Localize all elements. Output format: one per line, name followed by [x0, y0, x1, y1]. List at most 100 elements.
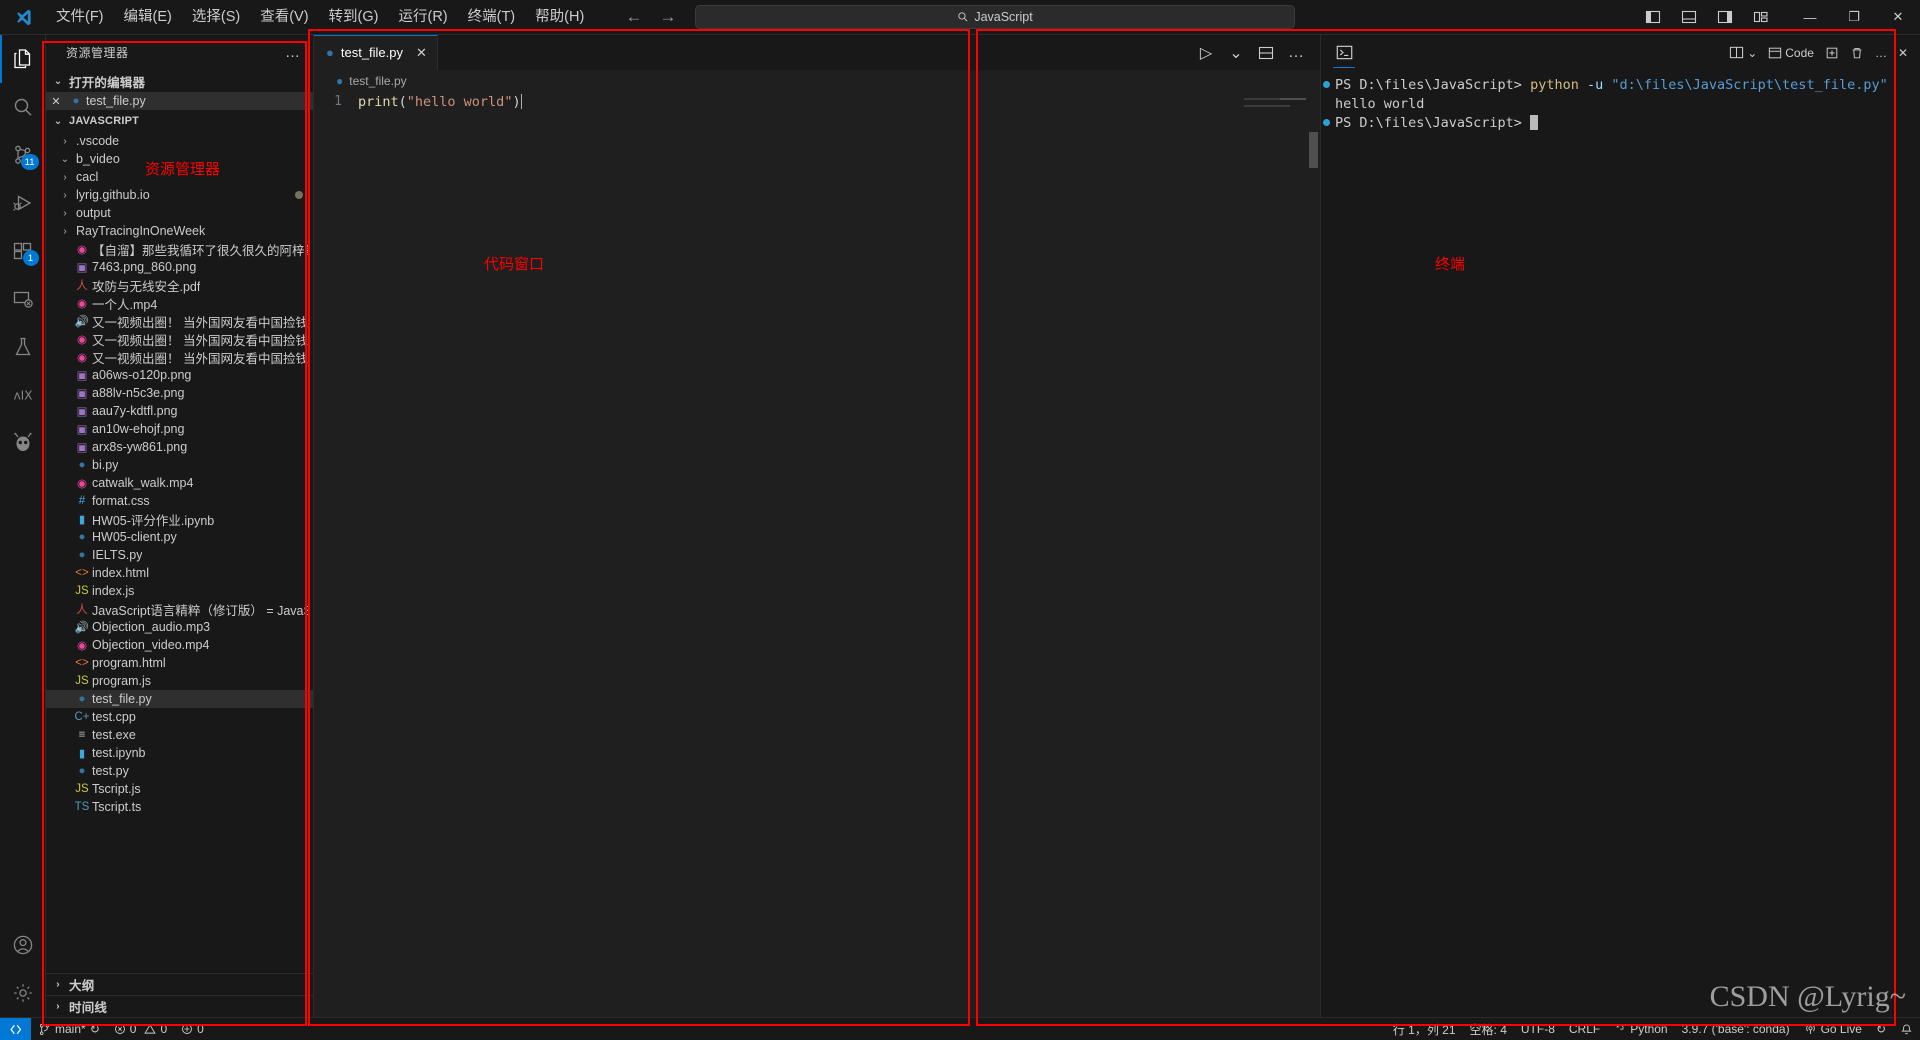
file-tree-item[interactable]: ▣ arx8s-yw861.png: [46, 438, 313, 456]
file-tree-item[interactable]: 人攻防与无线安全.pdf: [46, 276, 313, 294]
code-editor[interactable]: 1 print("hello world"): [314, 92, 1320, 1017]
activity-remote-explorer[interactable]: [0, 275, 46, 323]
sidebar-more-actions-icon[interactable]: …: [285, 44, 305, 61]
minimize-button[interactable]: —: [1788, 0, 1832, 34]
activity-search[interactable]: [0, 83, 46, 131]
activity-testing[interactable]: [0, 323, 46, 371]
activity-source-control[interactable]: 11: [0, 131, 46, 179]
toggle-secondary-sidebar-icon[interactable]: [1708, 0, 1742, 34]
file-tree-item[interactable]: 🔊 Objection_audio.mp3: [46, 618, 313, 636]
file-tree-item[interactable]: ◉ 【自溜】那些我循环了很久很久的阿梓歌_video.m...: [46, 240, 313, 258]
outline-section-header[interactable]: › 大纲: [46, 973, 313, 995]
activity-explorer[interactable]: [0, 35, 46, 83]
file-tree-item[interactable]: ▣ a88lv-n5c3e.png: [46, 384, 313, 402]
menu-help[interactable]: 帮助(H): [525, 5, 594, 29]
close-button[interactable]: ✕: [1876, 0, 1920, 34]
status-interpreter[interactable]: 3.9.7 ('base': conda): [1675, 1018, 1797, 1040]
terminal-tab[interactable]: [1329, 38, 1359, 68]
file-tree-item[interactable]: ▣ 7463.png_860.png: [46, 258, 313, 276]
editor-more-actions-icon[interactable]: …: [1282, 39, 1310, 67]
status-language-mode[interactable]: Python: [1607, 1018, 1674, 1040]
file-tree-item[interactable]: JS Tscript.js: [46, 780, 313, 798]
split-editor-button[interactable]: [1252, 39, 1280, 67]
timeline-section-header[interactable]: › 时间线: [46, 995, 313, 1017]
menu-selection[interactable]: 选择(S): [182, 5, 250, 29]
file-tree-item[interactable]: ● test.py: [46, 762, 313, 780]
terminal-split-button[interactable]: ⌄: [1725, 40, 1761, 66]
file-tree-item[interactable]: ▣ an10w-ehojf.png: [46, 420, 313, 438]
file-tree-item[interactable]: › cacl: [46, 168, 313, 186]
file-tree-item[interactable]: ▣ a06ws-o120p.png: [46, 366, 313, 384]
minimap[interactable]: [1244, 98, 1306, 138]
status-encoding[interactable]: UTF-8: [1514, 1018, 1562, 1040]
activity-ai-tool[interactable]: ʌIX: [0, 371, 46, 419]
file-tree-item[interactable]: # format.css: [46, 492, 313, 510]
breadcrumb[interactable]: ● test_file.py: [314, 70, 1320, 92]
file-tree-item[interactable]: ● HW05-client.py: [46, 528, 313, 546]
file-tree-item[interactable]: ◉ 又一视频出圈！ 当外国网友看中国捡钱梗视频，…: [46, 348, 313, 366]
file-tree-item[interactable]: 人 JavaScript语言精粹（修订版） = JavaScriptThe G..…: [46, 600, 313, 618]
editor-scrollbar[interactable]: [1309, 132, 1318, 168]
terminal-new-code-button[interactable]: Code: [1764, 40, 1818, 66]
file-tree-item[interactable]: ▮ test.ipynb: [46, 744, 313, 762]
menu-edit[interactable]: 编辑(E): [114, 5, 182, 29]
status-sync-icon[interactable]: ↻: [90, 1022, 100, 1036]
toggle-panel-icon[interactable]: [1672, 0, 1706, 34]
toggle-primary-sidebar-icon[interactable]: [1636, 0, 1670, 34]
status-refresh-icon[interactable]: ↻: [1869, 1018, 1893, 1040]
terminal-split-chevron-icon[interactable]: ⌄: [1747, 46, 1757, 60]
status-notifications-bell-icon[interactable]: [1893, 1018, 1920, 1040]
open-editors-section-header[interactable]: ⌄ 打开的编辑器: [46, 70, 313, 92]
file-tree-item[interactable]: › output: [46, 204, 313, 222]
menu-file[interactable]: 文件(F): [46, 5, 114, 29]
file-tree-item[interactable]: › lyrig.github.io: [46, 186, 313, 204]
activity-bug-bot[interactable]: [0, 419, 46, 467]
menu-terminal[interactable]: 终端(T): [458, 5, 526, 29]
terminal-new-button[interactable]: [1821, 40, 1843, 66]
file-tree-item[interactable]: C+ test.cpp: [46, 708, 313, 726]
tab-test-file-py[interactable]: ● test_file.py ✕: [314, 35, 438, 70]
file-tree-item[interactable]: ◉ 又一视频出圈！ 当外国网友看中国捡钱梗视频，…: [46, 330, 313, 348]
status-cursor-position[interactable]: 行 1，列 21: [1386, 1018, 1463, 1040]
status-ports[interactable]: 0: [174, 1018, 211, 1040]
file-tree-item[interactable]: <> program.html: [46, 654, 313, 672]
terminal-more-actions-icon[interactable]: …: [1871, 40, 1891, 66]
file-tree-item[interactable]: ◉ catwalk_walk.mp4: [46, 474, 313, 492]
file-tree-item[interactable]: ⌄ b_video: [46, 150, 313, 168]
run-python-file-button[interactable]: ▷: [1192, 39, 1220, 67]
customize-layout-icon[interactable]: [1744, 0, 1778, 34]
status-problems[interactable]: 0 0: [107, 1018, 174, 1040]
file-tree-item[interactable]: ● test_file.py: [46, 690, 313, 708]
status-indentation[interactable]: 空格: 4: [1463, 1018, 1514, 1040]
activity-settings[interactable]: [0, 969, 46, 1017]
file-tree-item[interactable]: JS program.js: [46, 672, 313, 690]
workspace-section-header[interactable]: ⌄ JAVASCRIPT: [46, 110, 313, 132]
command-search-box[interactable]: JavaScript: [695, 5, 1295, 29]
activity-run-debug[interactable]: [0, 179, 46, 227]
file-tree[interactable]: › .vscode ⌄ b_video › cacl › lyrig.github.io › ou…: [46, 132, 313, 973]
menu-view[interactable]: 查看(V): [250, 5, 318, 29]
file-tree-item[interactable]: <> index.html: [46, 564, 313, 582]
file-tree-item[interactable]: ▣ aau7y-kdtfl.png: [46, 402, 313, 420]
file-tree-item[interactable]: JS index.js: [46, 582, 313, 600]
status-go-live[interactable]: Go Live: [1797, 1018, 1869, 1040]
terminal-kill-button[interactable]: [1846, 40, 1868, 66]
maximize-button[interactable]: ❐: [1832, 0, 1876, 34]
tab-close-icon[interactable]: ✕: [416, 45, 427, 61]
activity-accounts[interactable]: [0, 921, 46, 969]
file-tree-item[interactable]: ◉ 一个人.mp4: [46, 294, 313, 312]
menu-run[interactable]: 运行(R): [388, 5, 457, 29]
back-arrow-icon[interactable]: ←: [625, 7, 643, 27]
file-tree-item[interactable]: ● IELTS.py: [46, 546, 313, 564]
terminal-close-icon[interactable]: ✕: [1894, 40, 1912, 66]
open-editor-item[interactable]: ✕ ● test_file.py: [46, 92, 313, 110]
status-branch[interactable]: main* ↻: [31, 1018, 107, 1040]
close-icon[interactable]: ✕: [46, 95, 66, 108]
activity-extensions[interactable]: 1: [0, 227, 46, 275]
file-tree-item[interactable]: TS Tscript.ts: [46, 798, 313, 816]
file-tree-item[interactable]: ● bi.py: [46, 456, 313, 474]
terminal-output[interactable]: PS D:\files\JavaScript> python -u "d:\fi…: [1321, 70, 1920, 1017]
file-tree-item[interactable]: ≡ test.exe: [46, 726, 313, 744]
forward-arrow-icon[interactable]: →: [659, 7, 677, 27]
remote-indicator-button[interactable]: [0, 1017, 31, 1040]
